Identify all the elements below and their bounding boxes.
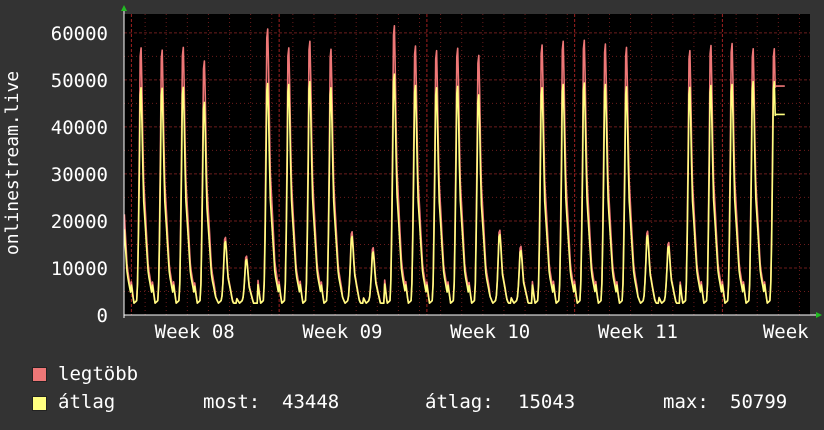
x-axis-arrow-icon (816, 312, 822, 318)
y-tick-label: 50000 (51, 70, 108, 92)
x-tick-labels: Week 08 Week 09 Week 10 Week 11 Week (155, 321, 809, 343)
x-tick-label: Week 10 (450, 321, 530, 343)
y-tick-label: 60000 (51, 23, 108, 45)
x-tick-label: Week 08 (155, 321, 235, 343)
y-tick-label: 10000 (51, 258, 108, 280)
x-tick-label: Week 11 (598, 321, 678, 343)
y-tick-label: 0 (97, 305, 108, 327)
y-tick-label: 30000 (51, 164, 108, 186)
y-tick-label: 40000 (51, 117, 108, 139)
x-tick-label: Week (763, 321, 809, 343)
traffic-chart: 0100002000030000400005000060000 Week 08 W… (2, 5, 822, 343)
y-axis-arrow-icon (121, 5, 127, 11)
y-tick-labels: 0 10000 20000 30000 40000 50000 60000 (51, 23, 108, 327)
x-tick-label: Week 09 (302, 321, 382, 343)
y-axis-label: onlinestream.live (2, 71, 23, 255)
y-tick-label: 20000 (51, 211, 108, 233)
